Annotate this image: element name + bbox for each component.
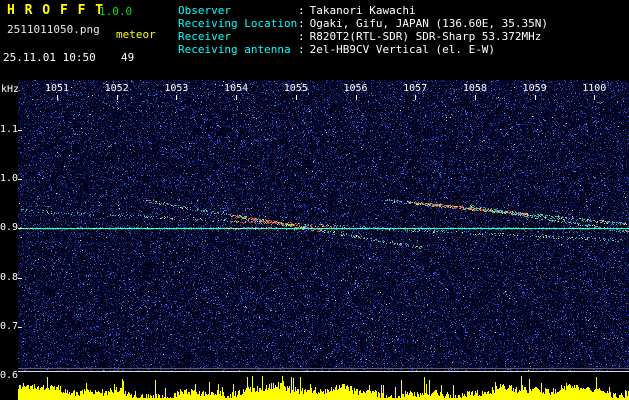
app-version: 1.0.0 <box>99 5 133 18</box>
info-colon: : <box>298 17 305 30</box>
freq-tick-label: 0.7 <box>0 320 19 332</box>
info-colon: : <box>298 43 305 56</box>
info-label: Receiving Location <box>178 17 298 30</box>
info-value: Takanori Kawachi <box>309 4 416 17</box>
info-label: Receiving antenna <box>178 43 291 56</box>
info-row: Observer: Takanori Kawachi <box>178 4 548 17</box>
freq-tick-label: 1.0 <box>0 173 19 185</box>
info-row: Receiving Location: Ogaki, Gifu, JAPAN (1… <box>178 17 548 30</box>
info-row: Receiving antenna:2el-HB9CV Vertical (el… <box>178 43 548 56</box>
hrofft-screen: H R O F F T 1.0.0 2511011050.png meteor … <box>0 0 629 400</box>
info-row: Receiver: R820T2(RTL-SDR) SDR-Sharp 53.37… <box>178 30 548 43</box>
observer-info-table: Observer: Takanori Kawachi Receiving Loca… <box>178 4 548 56</box>
spectrogram-canvas <box>18 80 629 400</box>
timestamp: 25.11.01 10:50 <box>3 51 96 64</box>
info-label: Receiver <box>178 30 231 43</box>
freq-tick-label: 1.1 <box>0 124 19 135</box>
freq-tick-label: 0.8 <box>0 271 19 283</box>
freq-tick-label: 0.9 <box>0 222 19 234</box>
mode-label: meteor <box>116 28 156 41</box>
info-value: Ogaki, Gifu, JAPAN (136.60E, 35.35N) <box>309 17 549 30</box>
output-filename: 2511011050.png <box>7 23 100 36</box>
info-label: Observer <box>178 4 231 17</box>
header: H R O F F T 1.0.0 2511011050.png meteor … <box>0 0 629 80</box>
spectrogram-panel <box>18 80 629 400</box>
info-colon: : <box>298 30 305 43</box>
info-value: R820T2(RTL-SDR) SDR-Sharp 53.372MHz <box>309 30 542 43</box>
info-colon: : <box>298 4 305 17</box>
info-value: 2el-HB9CV Vertical (el. E-W) <box>309 43 496 56</box>
freq-tick-label: 0.6 <box>0 370 19 381</box>
app-title: H R O F F T <box>7 3 105 18</box>
echo-count: 49 <box>121 51 135 64</box>
frequency-unit-label: kHz <box>1 84 20 95</box>
